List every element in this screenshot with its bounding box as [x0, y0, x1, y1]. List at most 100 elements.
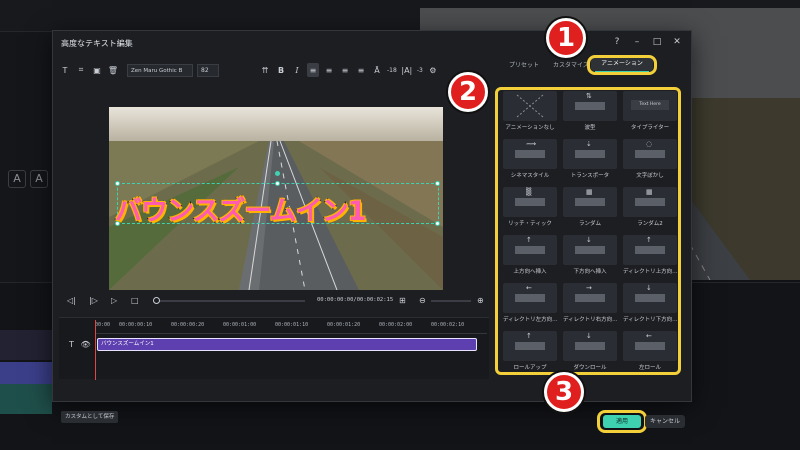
play-icon[interactable]: ▷ — [111, 296, 117, 305]
animation-thumbnail: ↑ — [623, 235, 677, 265]
zoom-in-icon[interactable]: ⊕ — [477, 296, 484, 305]
text-clip[interactable]: バウンスズームイン1 — [97, 338, 477, 351]
line-height-icon[interactable]: |A| — [401, 63, 413, 77]
track-header: T 👁 — [69, 340, 91, 349]
animation-preset[interactable]: ▦ ランダム — [563, 187, 617, 233]
animation-preset[interactable]: アニメーションなし — [503, 91, 557, 137]
animation-label: ランダム2 — [637, 221, 663, 227]
thumbnail-bar — [635, 342, 665, 350]
delete-icon[interactable]: 🗑 — [107, 63, 119, 77]
font-select[interactable]: Zen Maru Gothic B — [127, 63, 193, 77]
background-track — [0, 362, 52, 384]
justify-button[interactable]: ≡ — [355, 63, 367, 77]
background-track — [0, 384, 52, 414]
add-text-icon[interactable]: T — [59, 63, 71, 77]
settings-icon[interactable]: ⚙ — [427, 63, 439, 77]
spacing-field[interactable]: -18 — [387, 67, 397, 74]
animation-thumbnail: ← — [503, 283, 557, 313]
image-icon[interactable]: ▣ — [91, 63, 103, 77]
animation-preset[interactable]: ⇅ 波型 — [563, 91, 617, 137]
text-box-icon[interactable]: ⌗ — [75, 63, 87, 77]
text-style-icon[interactable]: ⇈ — [259, 63, 271, 77]
animation-label: ディレクトリ左方向… — [503, 317, 557, 323]
text-timeline: 00:00 00:00:00:10 00:00:00:20 00:00:01:0… — [59, 317, 489, 380]
animation-preset[interactable]: ↓ ダウンロール — [563, 331, 617, 377]
animation-preset[interactable]: Text Here タイプライター — [623, 91, 677, 137]
previous-frame-icon[interactable]: ◁| — [67, 296, 76, 305]
animation-preset[interactable]: ↓ ディレクトリ下方向… — [623, 283, 677, 329]
ruler-label: 00:00:00:20 — [171, 322, 205, 328]
thumbnail-bar — [635, 198, 665, 206]
save-as-custom-button[interactable]: カスタムとして保存 — [61, 411, 119, 423]
animation-preset[interactable]: ← 左ロール — [623, 331, 677, 377]
ruler-label: 00:00:01:00 — [223, 322, 257, 328]
thumbnail-bar — [575, 294, 605, 302]
offset-field[interactable]: -3 — [417, 67, 423, 74]
video-preview[interactable]: バウンスズームイン1 — [109, 107, 443, 290]
text-spacing-icon[interactable]: Ā — [371, 63, 383, 77]
font-size-select[interactable]: 82 — [197, 63, 219, 77]
ruler-label: 00:00 — [95, 322, 111, 328]
direction-arrow-icon: ↑ — [526, 236, 532, 244]
animation-label: ディレクトリ上方向… — [623, 269, 677, 275]
resize-handle[interactable] — [435, 181, 440, 186]
direction-arrow-icon: ↓ — [586, 236, 592, 244]
animation-preset[interactable]: ⇣ トランスポータ — [563, 139, 617, 185]
maximize-button[interactable]: □ — [651, 36, 663, 48]
animation-preset[interactable]: ↑ ディレクトリ上方向… — [623, 235, 677, 281]
animation-preset[interactable]: ▒ リッチ・ティック — [503, 187, 557, 233]
animation-label: ディレクトリ右方向… — [563, 317, 617, 323]
animation-preset[interactable]: ◌ 文字ぼかし — [623, 139, 677, 185]
direction-arrow-icon: ↑ — [646, 236, 652, 244]
apply-button[interactable]: 適用 — [603, 415, 641, 428]
align-center-button[interactable]: ≡ — [323, 63, 335, 77]
direction-arrow-icon: ▒ — [526, 188, 532, 196]
tab-customize[interactable]: カスタマイズ — [553, 60, 589, 69]
animation-preset[interactable]: ↑ 上方向へ挿入 — [503, 235, 557, 281]
thumbnail-bar — [575, 102, 605, 110]
italic-button[interactable]: I — [291, 63, 303, 77]
playback-time: 00:00:00:00/00:00:02:15 — [317, 297, 394, 303]
text-track-icon: T — [69, 340, 74, 349]
animation-thumbnail: ⟿ — [503, 139, 557, 169]
resize-handle[interactable] — [115, 181, 120, 186]
animation-thumbnail: ▦ — [563, 187, 617, 217]
resize-handle[interactable] — [275, 181, 280, 186]
animation-preset[interactable]: ⟿ シネマスタイル — [503, 139, 557, 185]
playhead[interactable] — [95, 320, 96, 380]
zoom-out-icon[interactable]: ⊖ — [419, 296, 426, 305]
bold-button[interactable]: B — [275, 63, 287, 77]
tab-preset[interactable]: プリセット — [509, 60, 539, 69]
animation-preset[interactable]: ▦ ランダム2 — [623, 187, 677, 233]
rotate-handle[interactable] — [275, 171, 280, 176]
seek-track[interactable] — [155, 300, 305, 302]
align-right-button[interactable]: ≡ — [339, 63, 351, 77]
direction-arrow-icon: ⟿ — [526, 140, 537, 148]
thumbnail-bar — [515, 294, 545, 302]
right-panel: プリセット カスタマイズ アニメーション アニメーションなし ⇅ 波型 Text He… — [495, 55, 689, 433]
help-icon[interactable]: ? — [611, 36, 623, 48]
ruler-label: 00:00:01:10 — [275, 322, 309, 328]
zoom-slider[interactable] — [431, 300, 471, 302]
animation-thumbnail: → — [563, 283, 617, 313]
stop-icon[interactable]: □ — [131, 296, 139, 305]
animation-preset[interactable]: ↑ ロールアップ — [503, 331, 557, 377]
animation-preset[interactable]: → ディレクトリ右方向… — [563, 283, 617, 329]
title-overlay-text[interactable]: バウンスズームイン1 — [114, 189, 443, 228]
animation-thumbnail: ↑ — [503, 331, 557, 361]
cancel-button[interactable]: キャンセル — [645, 415, 685, 428]
seek-knob[interactable] — [153, 297, 160, 304]
next-frame-icon[interactable]: |▷ — [89, 296, 98, 305]
visibility-icon[interactable]: 👁 — [80, 340, 90, 349]
close-button[interactable]: ✕ — [671, 36, 683, 48]
animation-preset[interactable]: ↓ 下方向へ挿入 — [563, 235, 617, 281]
ruler-label: 00:00:02:10 — [431, 322, 465, 328]
animation-preset[interactable]: ← ディレクトリ左方向… — [503, 283, 557, 329]
minimize-button[interactable]: – — [631, 36, 643, 48]
animation-label: ディレクトリ下方向… — [623, 317, 677, 323]
thumbnail-bar — [515, 342, 545, 350]
thumbnail-bar — [635, 246, 665, 254]
align-left-button[interactable]: ≡ — [307, 63, 319, 77]
fullscreen-icon[interactable]: ⊞ — [399, 296, 406, 305]
animation-label: シネマスタイル — [510, 173, 550, 179]
